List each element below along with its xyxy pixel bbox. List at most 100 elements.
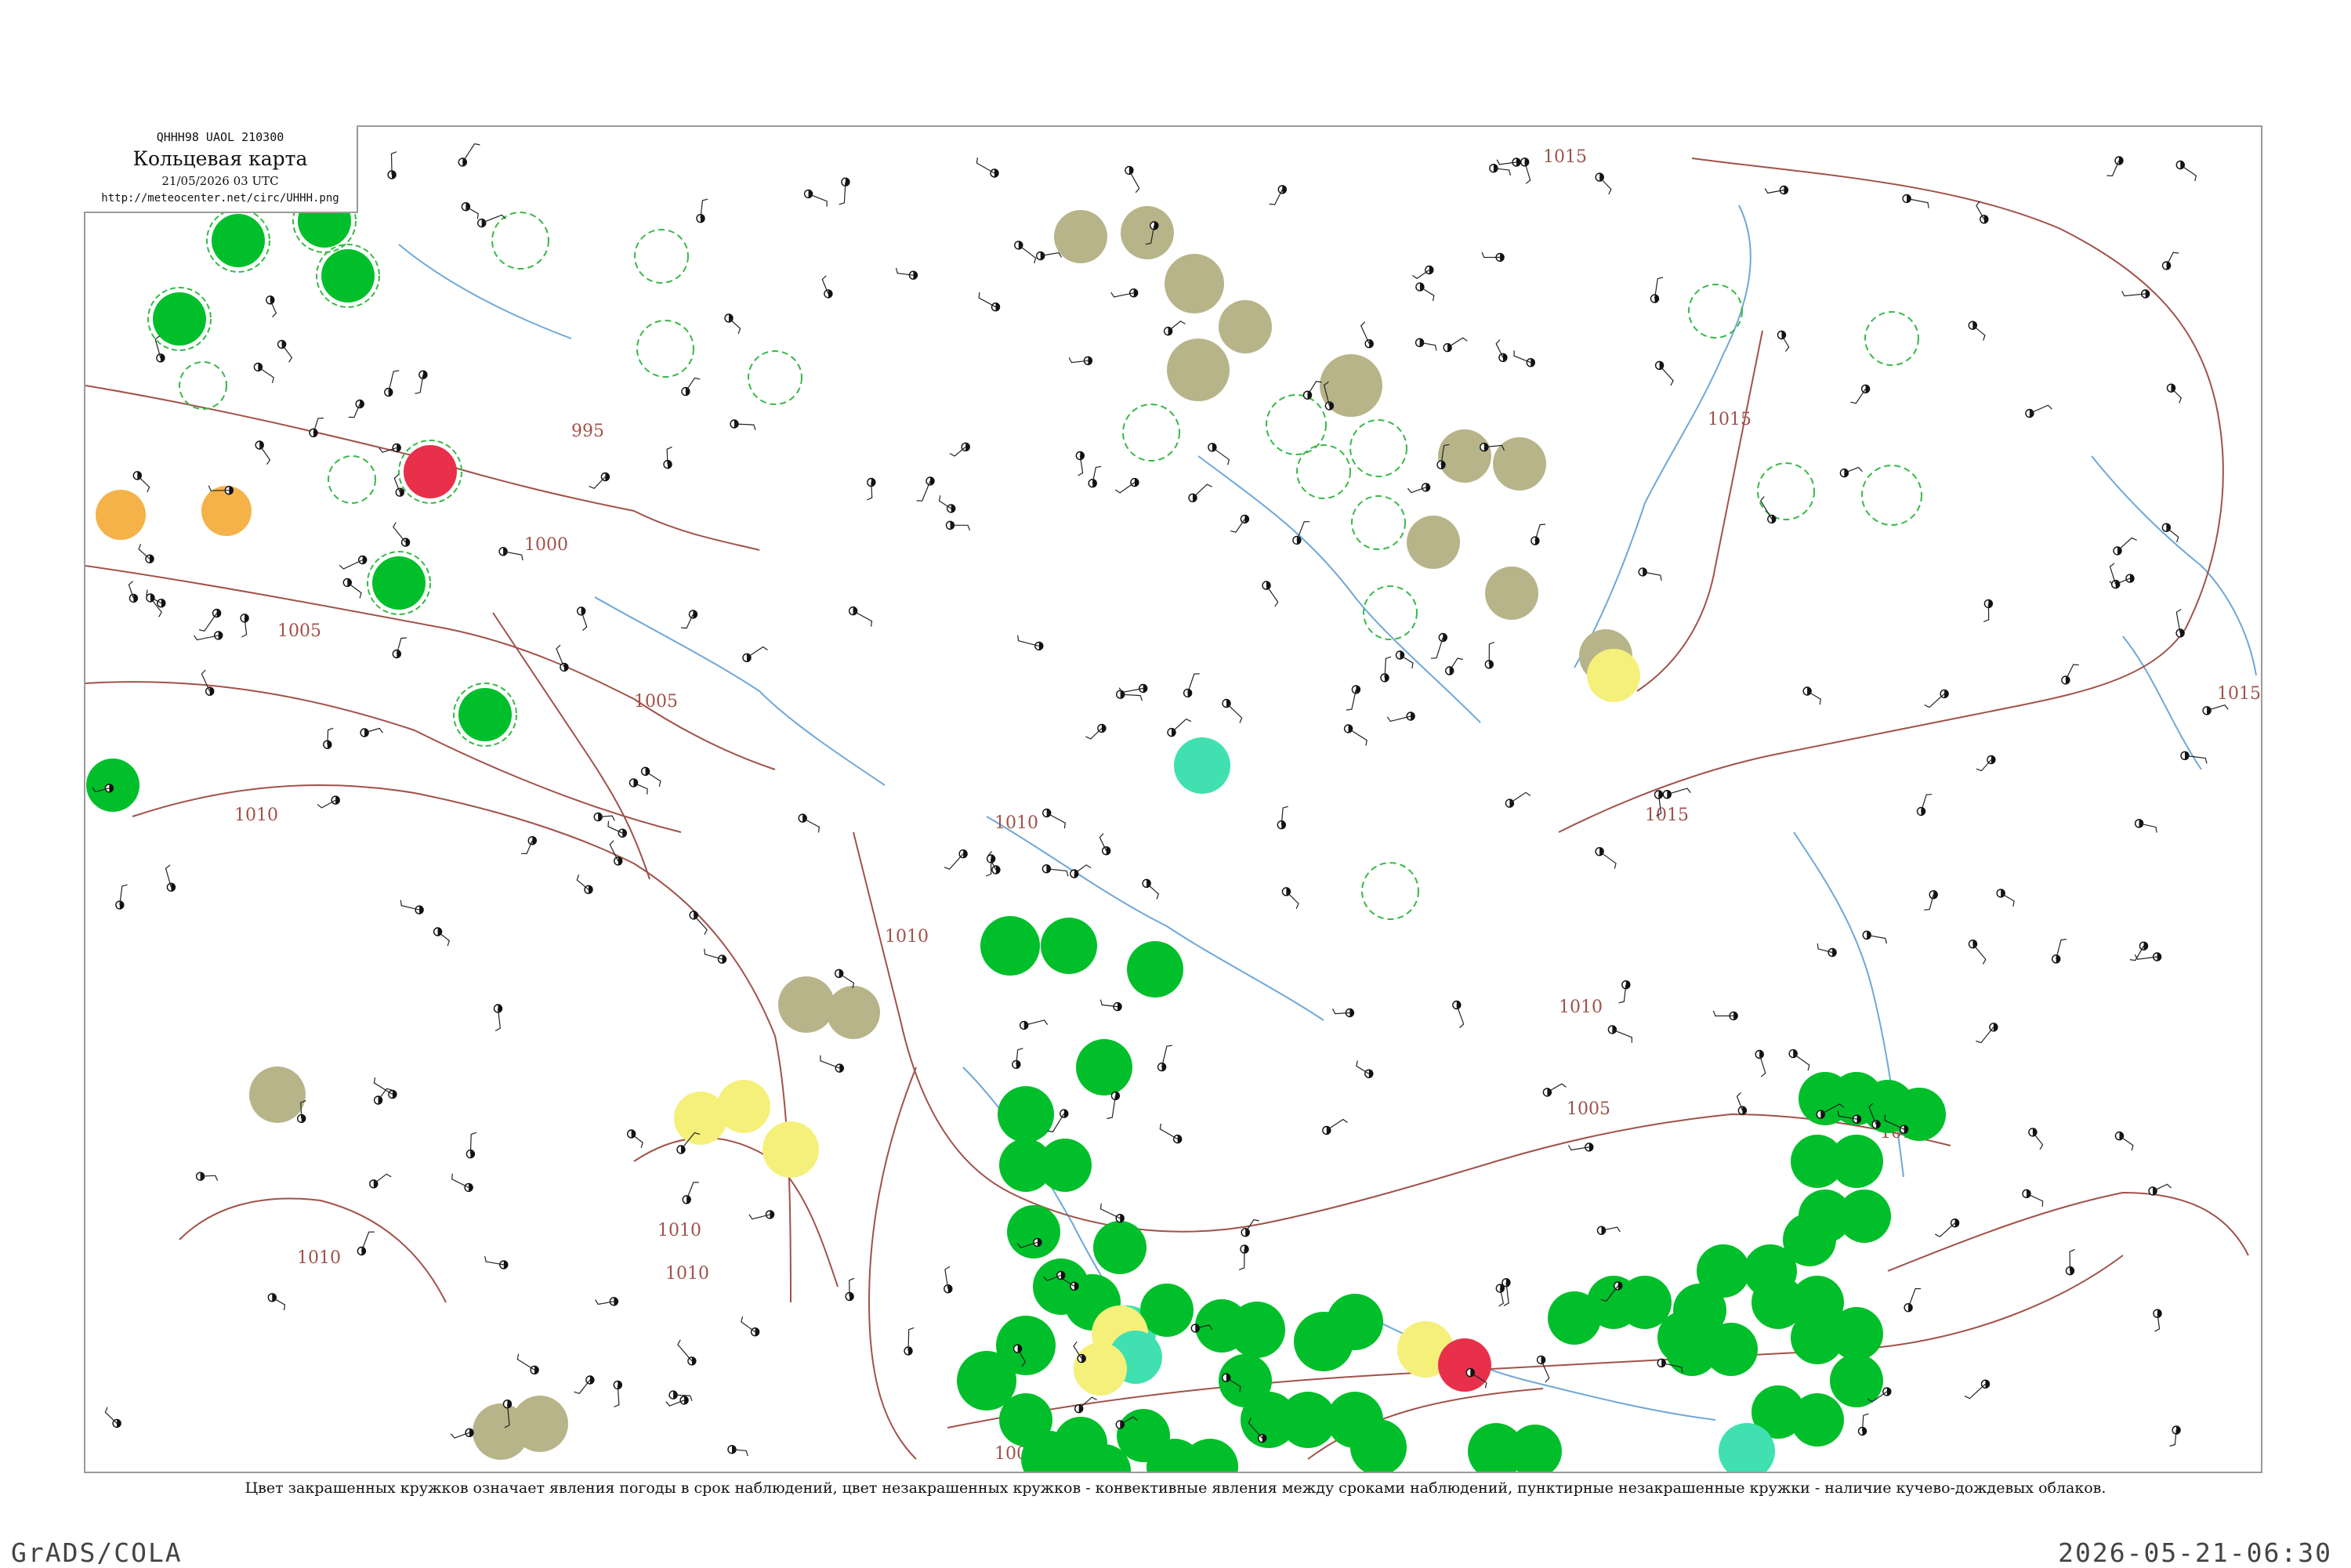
rain-station [1093, 1221, 1147, 1274]
cb-ring-station [748, 350, 802, 405]
fog-station [1167, 339, 1230, 401]
rain-station [1041, 918, 1097, 974]
snow-station [717, 1080, 770, 1133]
isobar-label-1015-center: 1015 [1645, 806, 1689, 825]
thunder-station [1438, 1338, 1491, 1392]
snow-station [1074, 1342, 1127, 1396]
rain-station [1673, 1284, 1726, 1337]
fog-station [1054, 210, 1107, 263]
isobar-label-1010-s2: 1010 [665, 1264, 709, 1284]
isobar-label-1005-center: 1005 [634, 692, 678, 712]
fog-station [249, 1066, 306, 1123]
render-timestamp: 2026-05-21-06:30 [2058, 1537, 2332, 1568]
station-layer [86, 143, 2229, 1472]
isobar-label-1015-east: 1015 [2217, 684, 2261, 704]
wind-barb [1759, 1054, 1766, 1077]
cb-ring-station [634, 229, 689, 284]
rain-station [1350, 1419, 1407, 1472]
fog-station [1438, 429, 1491, 483]
rain-station [1791, 1393, 1844, 1447]
rain-station [1893, 1088, 1946, 1141]
rain-station [1327, 1294, 1383, 1350]
wind-barb [201, 669, 211, 692]
rain-station [998, 1086, 1054, 1143]
map-title: Кольцевая карта [132, 147, 308, 170]
isobar-label-1010-s: 1010 [657, 1221, 701, 1240]
grads-brand: GrADS/COLA [11, 1537, 183, 1568]
weather-map: 995 1000 1005 1005 1010 1010 1010 1010 1… [84, 125, 2262, 1473]
rain-station [321, 249, 375, 302]
wind-barb [1456, 1005, 1465, 1028]
rain-station [86, 759, 139, 812]
legend-caption: Цвет закрашенных кружков означает явлени… [245, 1479, 2106, 1497]
cb-ring-station [1361, 862, 1419, 920]
rain-station [999, 1139, 1052, 1192]
isobar-label-1005-east: 1005 [1567, 1099, 1610, 1119]
cb-ring-station [1122, 404, 1180, 462]
wind-barb [1976, 201, 1985, 220]
cb-ring-station [1861, 465, 1922, 526]
map-url[interactable]: http://meteocenter.net/circ/UHHH.png [84, 192, 357, 205]
wind-barb [1547, 1083, 1567, 1093]
fog-station [1121, 206, 1174, 259]
cb-ring-station [179, 361, 227, 410]
isobar-label-1010-sw: 1010 [297, 1248, 341, 1268]
wind-barb [609, 840, 619, 862]
cb-ring-station [1349, 419, 1407, 477]
rain-station [153, 292, 206, 346]
rain-station [1140, 1284, 1194, 1337]
fog-station [1407, 516, 1460, 569]
map-title-box: QHHH98 UAOL 210300 Кольцевая карта 21/05… [84, 125, 358, 213]
cb-ring-station [1757, 462, 1815, 520]
isobar-label-1010-east: 1010 [1559, 998, 1603, 1017]
wind-barb [259, 444, 271, 465]
rain-station [980, 916, 1040, 976]
drizzle-station [96, 490, 146, 540]
wind-barb [1114, 482, 1136, 494]
wind-barb [281, 344, 293, 363]
isobar-label-995: 995 [571, 422, 604, 441]
isobar-label-1015-north: 1015 [1708, 410, 1751, 429]
map-time: 21/05/2026 03 UTC [161, 174, 279, 188]
cb-ring-station [1266, 394, 1327, 455]
wind-barb [1168, 320, 1186, 332]
rain-station [212, 214, 265, 267]
rain-station [1838, 1190, 1891, 1243]
isobar-label-1015-top: 1015 [1543, 147, 1587, 167]
wind-barb [1074, 864, 1092, 875]
cb-ring-station [636, 320, 694, 378]
rain-station [1791, 1311, 1844, 1364]
fog-station [778, 976, 835, 1033]
wind-barb [1509, 791, 1531, 804]
rain-station [1229, 1302, 1285, 1358]
fog-station [1219, 300, 1272, 353]
wind-barb [317, 799, 336, 809]
isobar-label-1010-center: 1010 [994, 813, 1038, 833]
rain-station [1830, 1135, 1883, 1188]
isobar-label-1005-west: 1005 [277, 621, 321, 641]
snow-station [763, 1121, 819, 1178]
rain-station [1007, 1205, 1060, 1258]
wind-barb [949, 446, 966, 457]
wind-barb [2029, 404, 2052, 415]
cb-ring-station [1351, 495, 1406, 550]
fog-station [1485, 567, 1538, 620]
cb-ring-station [328, 455, 376, 504]
rain-station [1509, 1425, 1562, 1472]
isobar-label-1010-mid: 1010 [885, 927, 929, 947]
cb-ring-station [1688, 284, 1743, 339]
wind-barb [1326, 1118, 1348, 1131]
wind-barb [393, 522, 407, 543]
cb-ring-station [491, 212, 549, 270]
wind-barb [373, 1173, 392, 1185]
rain-station [372, 556, 426, 610]
isobar-label-1000: 1000 [524, 535, 568, 555]
rain-station [1127, 941, 1183, 998]
map-canvas: 995 1000 1005 1005 1010 1010 1010 1010 1… [85, 143, 2261, 1472]
fog-station [512, 1396, 568, 1452]
thunder-station [404, 445, 457, 498]
wind-barb [1411, 270, 1430, 280]
wind-barb [1360, 321, 1370, 344]
wind-barb [677, 1339, 693, 1362]
fog-station [1165, 254, 1224, 313]
